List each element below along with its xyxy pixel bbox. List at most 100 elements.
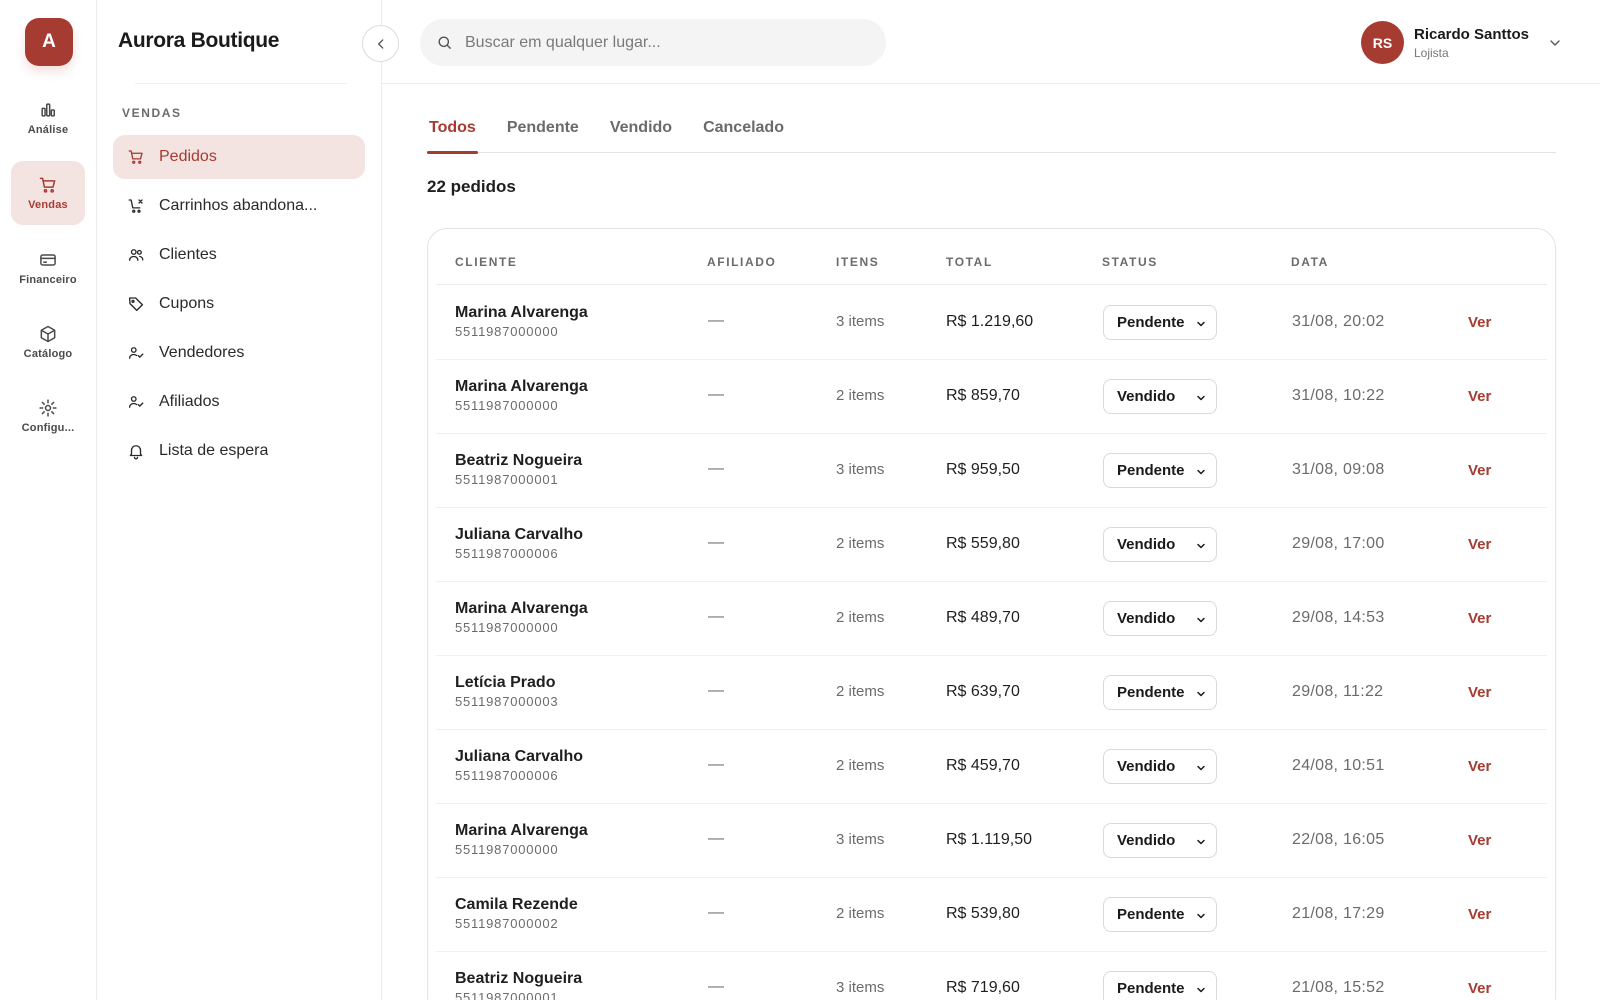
customer-name: Beatriz Nogueira [455,452,583,469]
tab-cancelado[interactable]: Cancelado [701,115,786,153]
search-icon [438,36,451,49]
orders-table: CLIENTE AFILIADO ITENS TOTAL STATUS DATA… [427,228,1556,1000]
status-select[interactable]: Vendido [1103,601,1217,636]
status-select-value: Vendido [1117,610,1176,627]
items-count: 2 items [836,905,885,922]
order-total: R$ 959,50 [946,461,1020,478]
order-total: R$ 1.219,60 [946,313,1034,330]
sidebar-item-lista-de-espera[interactable]: Lista de espera [113,429,365,473]
table-row: Beatriz Nogueira 5511987000001 — 3 items… [436,434,1547,508]
status-select[interactable]: Pendente [1103,453,1217,488]
chevron-down-icon [1550,39,1560,46]
affiliate-value: — [708,756,724,773]
tab-todos[interactable]: Todos [427,115,478,154]
chevron-down-icon [1197,617,1205,623]
status-select-value: Vendido [1117,388,1176,405]
view-order-link[interactable]: Ver [1468,906,1491,923]
table-row: Marina Alvarenga 5511987000000 — 3 items… [436,804,1547,878]
customer-name: Letícia Prado [455,674,556,691]
customer-phone: 5511987000006 [455,546,559,561]
status-select-value: Vendido [1117,832,1176,849]
user-info: Ricardo Santtos Lojista [1414,26,1529,60]
sidebar-item-label: Pedidos [159,148,217,165]
rail-item-vendas[interactable]: Vendas [11,161,85,225]
rail-item-label: Configu... [21,422,75,434]
order-date: 29/08, 11:22 [1292,683,1384,700]
table-row: Juliana Carvalho 5511987000006 — 2 items… [436,508,1547,582]
affiliate-value: — [708,608,724,625]
affiliate-value: — [708,460,724,477]
status-select[interactable]: Vendido [1103,379,1217,414]
tab-vendido[interactable]: Vendido [608,115,674,153]
customer-phone: 5511987000000 [455,842,559,857]
rail-item-financeiro[interactable]: Financeiro [11,236,85,300]
status-select-value: Pendente [1117,462,1185,479]
order-date: 31/08, 20:02 [1292,313,1385,330]
column-header-data: DATA [1291,255,1329,269]
app-logo[interactable]: A [25,18,73,66]
search-input[interactable] [465,33,865,52]
status-select-value: Pendente [1117,980,1185,997]
column-header-itens: ITENS [836,255,880,269]
order-total: R$ 639,70 [946,683,1020,700]
items-count: 2 items [836,757,885,774]
view-order-link[interactable]: Ver [1468,462,1491,479]
bar-chart-icon [41,103,56,117]
rail-item-analise[interactable]: Análise [11,86,85,150]
search-bar[interactable] [420,19,886,66]
view-order-link[interactable]: Ver [1468,610,1491,627]
view-order-link[interactable]: Ver [1468,980,1491,997]
status-select[interactable]: Vendido [1103,527,1217,562]
status-select[interactable]: Vendido [1103,749,1217,784]
affiliate-value: — [708,534,724,551]
tab-pendente[interactable]: Pendente [505,115,581,153]
table-header: CLIENTE AFILIADO ITENS TOTAL STATUS DATA [436,229,1547,285]
view-order-link[interactable]: Ver [1468,758,1491,775]
sidebar-item-label: Vendedores [159,344,245,361]
collapse-sidebar-button[interactable] [362,25,399,62]
view-order-link[interactable]: Ver [1468,536,1491,553]
status-select[interactable]: Pendente [1103,675,1217,710]
view-order-link[interactable]: Ver [1468,684,1491,701]
items-count: 2 items [836,387,885,404]
status-select-value: Pendente [1117,906,1185,923]
view-order-link[interactable]: Ver [1468,388,1491,405]
order-total: R$ 719,60 [946,979,1020,996]
rail-item-catalogo[interactable]: Catálogo [11,310,85,374]
status-select-value: Pendente [1117,684,1185,701]
column-header-afiliado: AFILIADO [707,255,777,269]
items-count: 3 items [836,461,885,478]
chevron-down-icon [1197,321,1205,327]
sidebar-item-carrinhos[interactable]: Carrinhos abandona... [113,184,365,228]
tag-icon [128,297,144,312]
user-menu[interactable]: RS Ricardo Santtos Lojista [1361,21,1563,64]
sidebar: Aurora Boutique VENDAS Pedidos Carrinhos… [97,0,399,1000]
affiliate-value: — [708,830,724,847]
status-select[interactable]: Pendente [1103,897,1217,932]
sidebar-item-vendedores[interactable]: Vendedores [113,331,365,375]
user-name: Ricardo Santtos [1414,25,1530,43]
rail-item-label: Financeiro [19,274,77,286]
view-order-link[interactable]: Ver [1468,832,1491,849]
status-select[interactable]: Pendente [1103,971,1217,1000]
chevron-down-icon [1197,469,1205,475]
sidebar-item-afiliados[interactable]: Afiliados [113,380,365,424]
affiliate-value: — [708,682,724,699]
sidebar-item-clientes[interactable]: Clientes [113,233,365,277]
sidebar-item-pedidos[interactable]: Pedidos [113,135,365,179]
status-select[interactable]: Pendente [1103,305,1217,340]
chevron-down-icon [1197,543,1205,549]
table-body: Marina Alvarenga 5511987000000 — 3 items… [436,286,1547,1000]
sidebar-item-cupons[interactable]: Cupons [113,282,365,326]
status-select[interactable]: Vendido [1103,823,1217,858]
rail-item-configuracoes[interactable]: Configu... [11,384,85,448]
table-row: Letícia Prado 5511987000003 — 2 items R$… [436,656,1547,730]
affiliate-value: — [708,312,724,329]
customer-phone: 5511987000001 [455,472,559,487]
order-date: 21/08, 17:29 [1292,905,1385,922]
icon-rail: A Análise Vendas Financeiro Catálogo Con… [0,0,97,1000]
affiliate-value: — [708,386,724,403]
view-order-link[interactable]: Ver [1468,314,1491,331]
column-header-total: TOTAL [946,255,993,269]
order-date: 24/08, 10:51 [1292,757,1385,774]
